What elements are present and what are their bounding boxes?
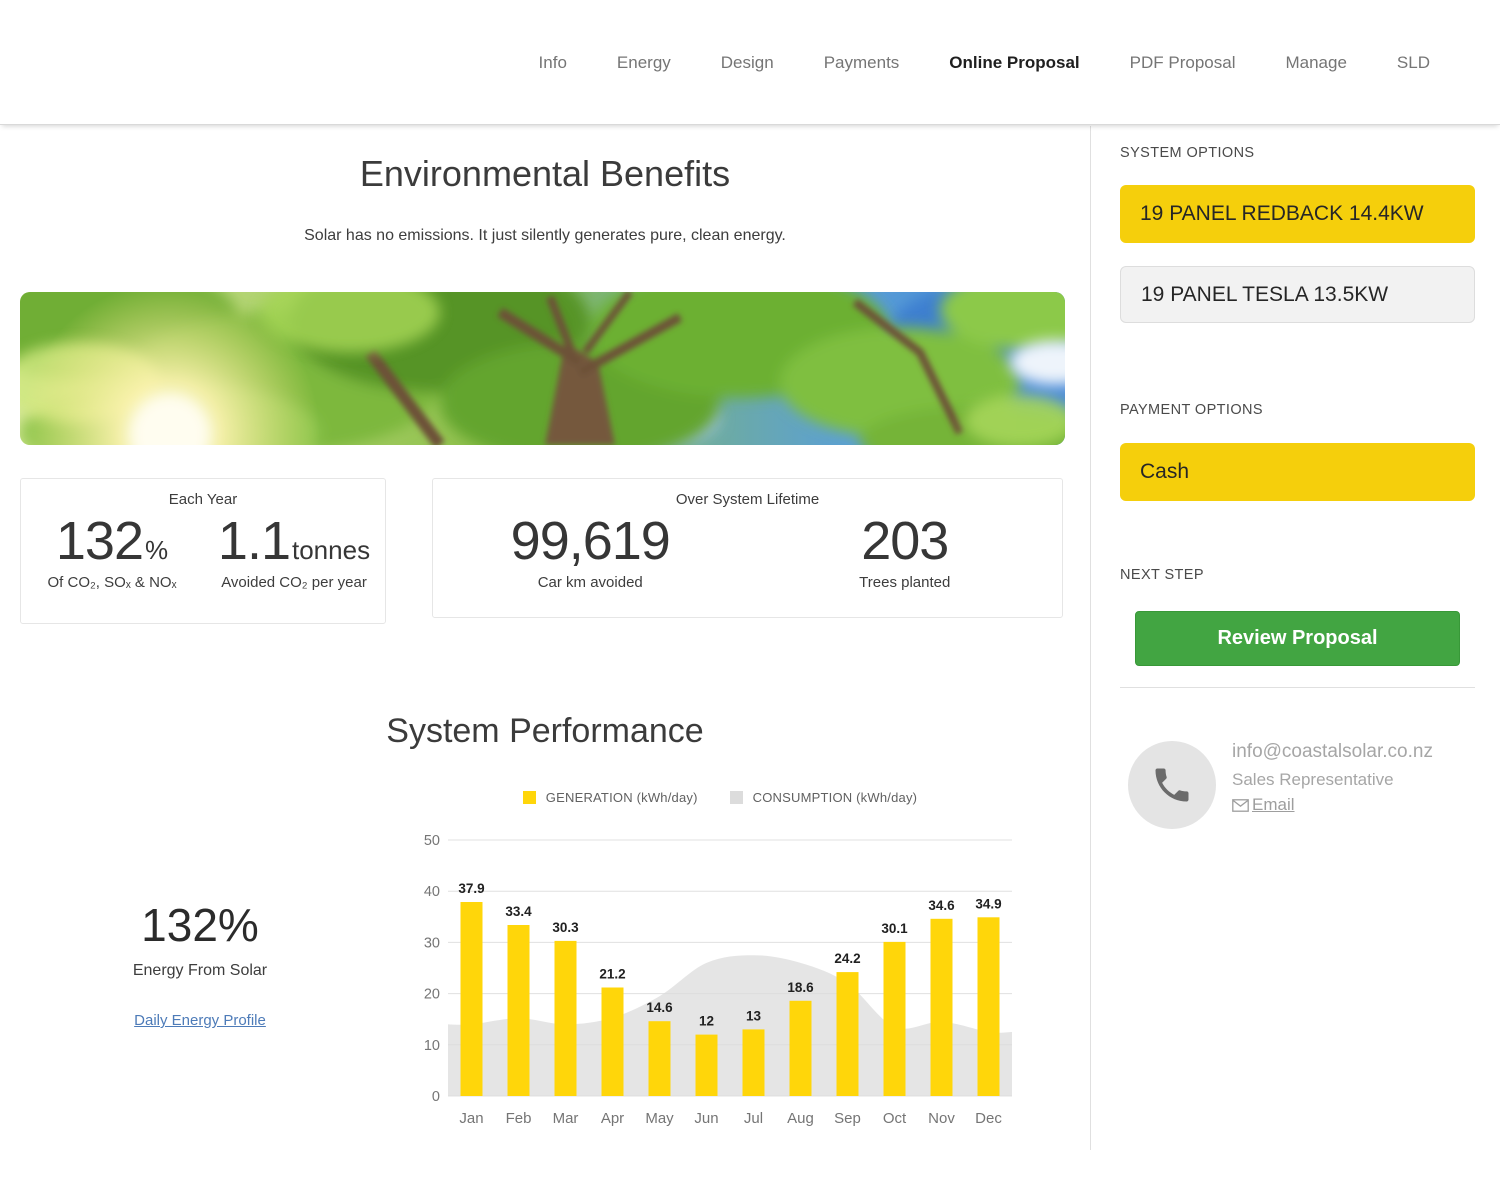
car-km-stat: 99,619 Car km avoided: [433, 510, 748, 594]
payment-option-cash-button[interactable]: Cash: [1120, 443, 1475, 501]
svg-text:50: 50: [424, 833, 440, 849]
svg-text:37.9: 37.9: [458, 881, 484, 896]
svg-text:33.4: 33.4: [505, 904, 532, 919]
energy-from-solar-block: 132% Energy From Solar Daily Energy Prof…: [75, 898, 325, 1030]
page-subtitle: Solar has no emissions. It just silently…: [0, 227, 1090, 245]
nav-tab-manage[interactable]: Manage: [1285, 53, 1346, 73]
nav-tab-payments[interactable]: Payments: [824, 53, 900, 73]
nav-tab-info[interactable]: Info: [539, 53, 567, 73]
tonnes-stat: 1.1 tonnes Avoided CO₂ per year: [203, 510, 385, 594]
svg-text:10: 10: [424, 1038, 440, 1054]
svg-text:0: 0: [432, 1089, 440, 1105]
nav-tab-pdf-proposal[interactable]: PDF Proposal: [1130, 53, 1236, 73]
email-link[interactable]: Email: [1252, 795, 1295, 815]
svg-text:Jun: Jun: [694, 1110, 718, 1127]
svg-text:Oct: Oct: [883, 1110, 907, 1127]
envelope-icon: [1232, 799, 1249, 812]
generation-swatch-icon: [523, 791, 536, 804]
nav-tab-design[interactable]: Design: [721, 53, 774, 73]
lifetime-title: Over System Lifetime: [433, 491, 1062, 508]
phone-icon: [1150, 763, 1194, 807]
svg-text:Aug: Aug: [787, 1110, 814, 1127]
performance-chart: 0 10 20 30 40 50 37.9 33.4 30.3 21.2 14.6 12 13 18.6 2…: [420, 815, 1020, 1145]
svg-text:34.6: 34.6: [928, 898, 955, 913]
each-year-card: Each Year 132 % Of CO₂, SOₓ & NOₓ 1.1 to…: [20, 478, 386, 624]
svg-text:14.6: 14.6: [646, 1000, 673, 1015]
trees-banner-image: [20, 292, 1065, 445]
svg-text:30.3: 30.3: [552, 920, 579, 935]
daily-energy-profile-link[interactable]: Daily Energy Profile: [134, 1012, 266, 1029]
svg-text:Jan: Jan: [459, 1110, 483, 1127]
generation-legend-label: GENERATION (kWh/day): [546, 790, 698, 805]
co2-percent-caption: Of CO₂, SOₓ & NOₓ: [27, 572, 197, 594]
nav-tab-online-proposal[interactable]: Online Proposal: [949, 53, 1079, 73]
each-year-title: Each Year: [21, 491, 385, 508]
svg-text:13: 13: [746, 1008, 762, 1023]
svg-text:30: 30: [424, 935, 440, 951]
consumption-legend-label: CONSUMPTION (kWh/day): [753, 790, 918, 805]
svg-text:Sep: Sep: [834, 1110, 861, 1127]
svg-text:20: 20: [424, 987, 440, 1003]
co2-percent-stat: 132 % Of CO₂, SOₓ & NOₓ: [21, 510, 203, 594]
performance-chart-canvas: 0 10 20 30 40 50 37.9 33.4 30.3 21.2 14.6 12 13 18.6 2…: [420, 815, 1020, 1145]
tonnes-value: 1.1: [218, 510, 290, 572]
svg-text:Feb: Feb: [506, 1110, 532, 1127]
lifetime-card: Over System Lifetime 99,619 Car km avoid…: [432, 478, 1063, 618]
svg-text:21.2: 21.2: [599, 967, 625, 982]
svg-text:18.6: 18.6: [787, 980, 814, 995]
chart-legend: GENERATION (kWh/day) CONSUMPTION (kWh/da…: [420, 790, 1020, 805]
svg-text:34.9: 34.9: [975, 896, 1001, 911]
legend-generation: GENERATION (kWh/day): [523, 790, 698, 805]
tonnes-unit: tonnes: [292, 535, 370, 566]
main-nav: Info Energy Design Payments Online Propo…: [539, 0, 1430, 125]
next-step-label: NEXT STEP: [1120, 567, 1204, 583]
svg-text:40: 40: [424, 884, 440, 900]
energy-from-solar-caption: Energy From Solar: [75, 962, 325, 980]
svg-text:30.1: 30.1: [881, 921, 908, 936]
nav-tab-sld[interactable]: SLD: [1397, 53, 1430, 73]
system-options-label: SYSTEM OPTIONS: [1120, 145, 1255, 161]
sidebar-divider: [1090, 126, 1091, 1150]
contact-role: Sales Representative: [1232, 770, 1492, 790]
svg-text:May: May: [645, 1110, 674, 1127]
system-option-redback-button[interactable]: 19 PANEL REDBACK 14.4KW: [1120, 185, 1475, 243]
trees-illustration: [20, 292, 1065, 445]
svg-text:Jul: Jul: [744, 1110, 763, 1127]
nav-tab-energy[interactable]: Energy: [617, 53, 671, 73]
payment-options-label: PAYMENT OPTIONS: [1120, 402, 1263, 418]
top-header: Info Energy Design Payments Online Propo…: [0, 0, 1500, 125]
svg-text:12: 12: [699, 1014, 714, 1029]
svg-text:Dec: Dec: [975, 1110, 1002, 1127]
contact-block: info@coastalsolar.co.nz Sales Representa…: [1232, 741, 1492, 815]
legend-consumption: CONSUMPTION (kWh/day): [730, 790, 918, 805]
co2-percent-value: 132: [56, 510, 143, 572]
consumption-swatch-icon: [730, 791, 743, 804]
svg-text:Nov: Nov: [928, 1110, 955, 1127]
svg-text:Mar: Mar: [553, 1110, 579, 1127]
trees-stat: 203 Trees planted: [748, 510, 1063, 594]
svg-text:Apr: Apr: [601, 1110, 624, 1127]
co2-percent-unit: %: [145, 535, 168, 566]
svg-text:24.2: 24.2: [834, 951, 860, 966]
avatar: [1128, 741, 1216, 829]
page-title: Environmental Benefits: [0, 153, 1090, 195]
contact-email-address: info@coastalsolar.co.nz: [1232, 741, 1492, 763]
car-km-value: 99,619: [511, 510, 670, 572]
system-performance-title: System Performance: [0, 712, 1090, 751]
review-proposal-button[interactable]: Review Proposal: [1135, 611, 1460, 666]
contact-divider: [1120, 687, 1475, 688]
car-km-caption: Car km avoided: [433, 572, 748, 594]
energy-from-solar-percent: 132%: [75, 898, 325, 952]
trees-caption: Trees planted: [748, 572, 1063, 594]
tonnes-caption: Avoided CO₂ per year: [209, 572, 379, 594]
system-option-tesla-button[interactable]: 19 PANEL TESLA 13.5KW: [1120, 266, 1475, 323]
trees-value: 203: [861, 510, 948, 572]
